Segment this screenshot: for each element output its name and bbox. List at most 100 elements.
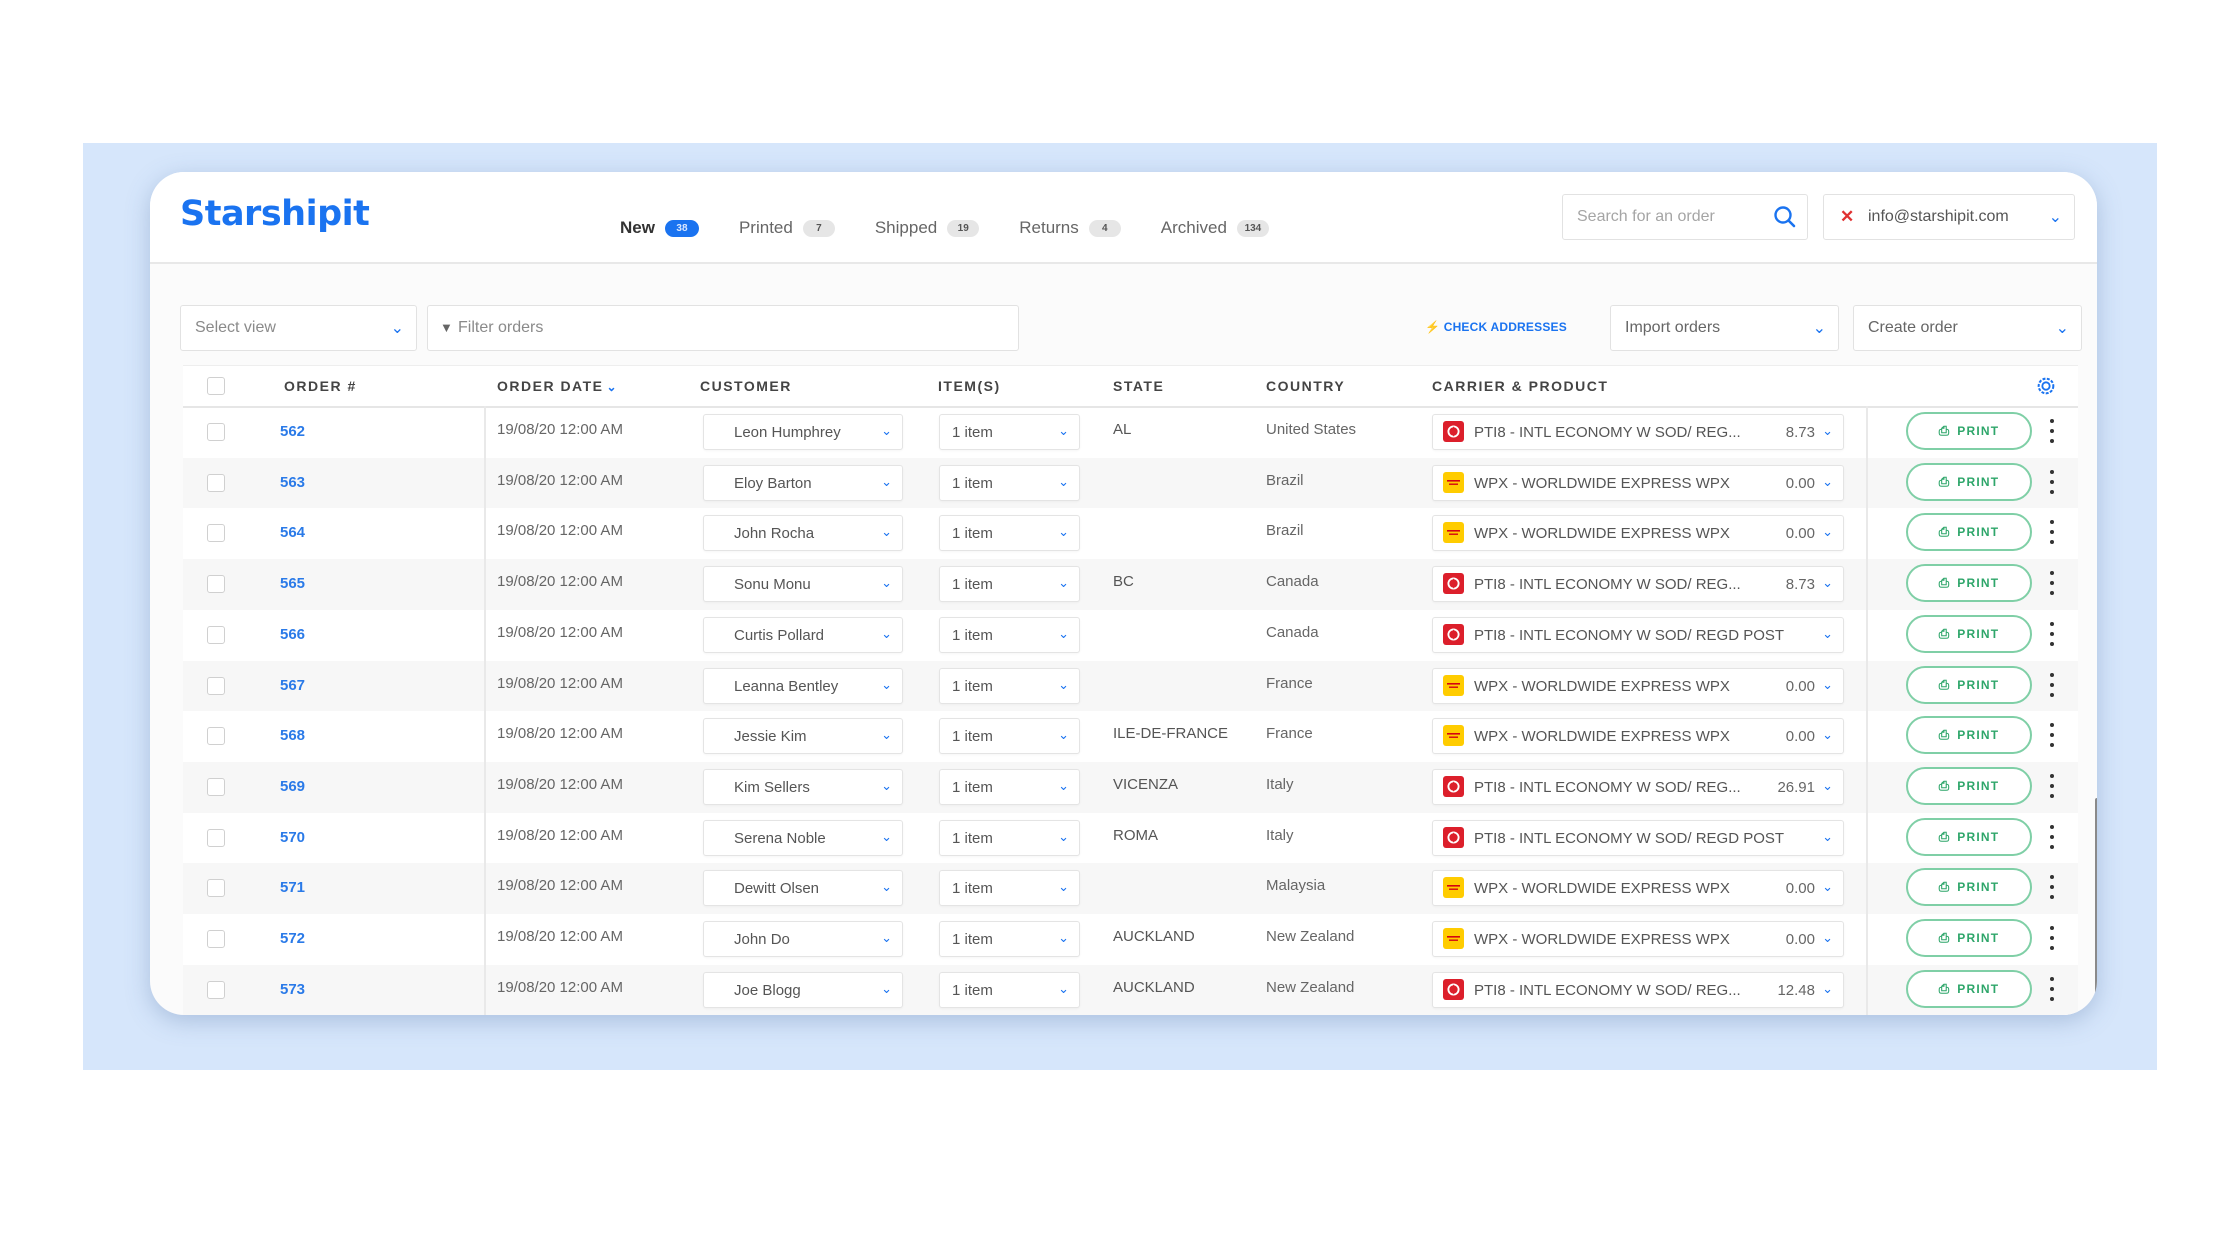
- print-button[interactable]: ⎙ PRINT: [1906, 716, 2032, 755]
- customer-dropdown[interactable]: Kim Sellers ⌄: [703, 768, 903, 805]
- items-dropdown[interactable]: 1 item ⌄: [939, 464, 1080, 501]
- print-button[interactable]: ⎙ PRINT: [1906, 766, 2032, 805]
- carrier-product-dropdown[interactable]: PTI8 - INTL ECONOMY W SOD/ REG... 12.48 …: [1432, 971, 1844, 1008]
- customer-dropdown[interactable]: Sonu Monu ⌄: [703, 566, 903, 603]
- print-button[interactable]: ⎙ PRINT: [1906, 564, 2032, 603]
- order-number-link[interactable]: 568: [280, 727, 305, 744]
- carrier-product-dropdown[interactable]: PTI8 - INTL ECONOMY W SOD/ REG... 26.91 …: [1432, 768, 1844, 805]
- carrier-product-dropdown[interactable]: PTI8 - INTL ECONOMY W SOD/ REGD POST ⌄: [1432, 616, 1844, 653]
- check-addresses-button[interactable]: ⚡ CHECK ADDRESSES: [1425, 320, 1567, 334]
- order-number-link[interactable]: 570: [280, 829, 305, 846]
- order-number-link[interactable]: 566: [280, 626, 305, 643]
- column-header-carrier[interactable]: CARRIER & PRODUCT: [1432, 378, 1608, 394]
- items-dropdown[interactable]: 1 item ⌄: [939, 921, 1080, 957]
- order-number-link[interactable]: 569: [280, 778, 305, 795]
- order-number-link[interactable]: 565: [280, 575, 305, 592]
- row-checkbox[interactable]: [207, 930, 225, 948]
- carrier-product-dropdown[interactable]: WPX - WORLDWIDE EXPRESS WPX 0.00 ⌄: [1432, 515, 1844, 552]
- order-number-link[interactable]: 572: [280, 930, 305, 947]
- items-dropdown[interactable]: 1 item ⌄: [939, 718, 1080, 755]
- import-orders-dropdown[interactable]: Import orders ⌄: [1610, 305, 1839, 351]
- more-options-icon[interactable]: [2047, 621, 2057, 646]
- row-checkbox[interactable]: [207, 676, 225, 695]
- carrier-product-dropdown[interactable]: PTI8 - INTL ECONOMY W SOD/ REG... 8.73 ⌄: [1432, 566, 1844, 603]
- column-header-state[interactable]: STATE: [1113, 378, 1164, 394]
- search-input[interactable]: [1575, 207, 1769, 227]
- items-dropdown[interactable]: 1 item ⌄: [939, 667, 1080, 704]
- gear-icon[interactable]: [2035, 375, 2057, 397]
- print-button[interactable]: ⎙ PRINT: [1906, 614, 2032, 653]
- carrier-product-dropdown[interactable]: PTI8 - INTL ECONOMY W SOD/ REG... 8.73 ⌄: [1432, 414, 1844, 450]
- row-checkbox[interactable]: [207, 625, 225, 644]
- select-view-dropdown[interactable]: Select view ⌄: [180, 305, 417, 351]
- select-all-checkbox[interactable]: [207, 377, 225, 395]
- more-options-icon[interactable]: [2047, 419, 2057, 443]
- more-options-icon[interactable]: [2047, 976, 2057, 1001]
- search-icon[interactable]: [1773, 205, 1797, 229]
- print-button[interactable]: ⎙ PRINT: [1906, 665, 2032, 704]
- column-header-customer[interactable]: CUSTOMER: [700, 378, 792, 394]
- items-dropdown[interactable]: 1 item ⌄: [939, 870, 1080, 907]
- customer-dropdown[interactable]: Curtis Pollard ⌄: [703, 616, 903, 653]
- customer-dropdown[interactable]: Serena Noble ⌄: [703, 819, 903, 856]
- more-options-icon[interactable]: [2047, 773, 2057, 798]
- customer-dropdown[interactable]: Eloy Barton ⌄: [703, 464, 903, 501]
- carrier-product-dropdown[interactable]: WPX - WORLDWIDE EXPRESS WPX 0.00 ⌄: [1432, 921, 1844, 957]
- print-button[interactable]: ⎙ PRINT: [1906, 868, 2032, 907]
- carrier-product-dropdown[interactable]: PTI8 - INTL ECONOMY W SOD/ REGD POST ⌄: [1432, 819, 1844, 856]
- more-options-icon[interactable]: [2047, 875, 2057, 900]
- print-button[interactable]: ⎙ PRINT: [1906, 969, 2032, 1008]
- carrier-product-dropdown[interactable]: WPX - WORLDWIDE EXPRESS WPX 0.00 ⌄: [1432, 870, 1844, 907]
- more-options-icon[interactable]: [2047, 723, 2057, 748]
- more-options-icon[interactable]: [2047, 520, 2057, 545]
- items-dropdown[interactable]: 1 item ⌄: [939, 515, 1080, 552]
- row-checkbox[interactable]: [207, 828, 225, 847]
- order-number-link[interactable]: 573: [280, 981, 305, 998]
- print-button[interactable]: ⎙ PRINT: [1906, 462, 2032, 501]
- customer-dropdown[interactable]: John Do ⌄: [703, 921, 903, 957]
- order-number-link[interactable]: 564: [280, 524, 305, 541]
- items-dropdown[interactable]: 1 item ⌄: [939, 414, 1080, 450]
- print-button[interactable]: ⎙ PRINT: [1906, 817, 2032, 856]
- carrier-product-dropdown[interactable]: WPX - WORLDWIDE EXPRESS WPX 0.00 ⌄: [1432, 718, 1844, 755]
- items-dropdown[interactable]: 1 item ⌄: [939, 616, 1080, 653]
- print-button[interactable]: ⎙ PRINT: [1906, 513, 2032, 552]
- more-options-icon[interactable]: [2047, 469, 2057, 494]
- print-button[interactable]: ⎙ PRINT: [1906, 412, 2032, 450]
- tab-printed[interactable]: Printed 7: [739, 218, 835, 238]
- tab-new[interactable]: New 38: [620, 218, 699, 238]
- filter-input[interactable]: [456, 318, 1000, 338]
- column-header-order-date[interactable]: ORDER DATE ⌄: [497, 378, 618, 394]
- order-number-link[interactable]: 567: [280, 677, 305, 694]
- order-number-link[interactable]: 571: [280, 879, 305, 896]
- items-dropdown[interactable]: 1 item ⌄: [939, 971, 1080, 1008]
- tab-returns[interactable]: Returns 4: [1019, 218, 1121, 238]
- customer-dropdown[interactable]: Joe Blogg ⌄: [703, 971, 903, 1008]
- carrier-product-dropdown[interactable]: WPX - WORLDWIDE EXPRESS WPX 0.00 ⌄: [1432, 464, 1844, 501]
- customer-dropdown[interactable]: Jessie Kim ⌄: [703, 718, 903, 755]
- row-checkbox[interactable]: [207, 473, 225, 492]
- customer-dropdown[interactable]: Leon Humphrey ⌄: [703, 414, 903, 450]
- account-dropdown[interactable]: ✕ info@starshipit.com ⌄: [1823, 194, 2075, 240]
- order-number-link[interactable]: 562: [280, 423, 305, 440]
- row-checkbox[interactable]: [207, 423, 225, 441]
- more-options-icon[interactable]: [2047, 571, 2057, 596]
- column-header-order[interactable]: ORDER #: [284, 378, 357, 394]
- items-dropdown[interactable]: 1 item ⌄: [939, 768, 1080, 805]
- more-options-icon[interactable]: [2047, 672, 2057, 697]
- items-dropdown[interactable]: 1 item ⌄: [939, 566, 1080, 603]
- print-button[interactable]: ⎙ PRINT: [1906, 919, 2032, 957]
- column-header-country[interactable]: COUNTRY: [1266, 378, 1345, 394]
- customer-dropdown[interactable]: Leanna Bentley ⌄: [703, 667, 903, 704]
- customer-dropdown[interactable]: John Rocha ⌄: [703, 515, 903, 552]
- scrollbar[interactable]: [2095, 798, 2097, 1015]
- close-icon[interactable]: ✕: [1840, 207, 1854, 227]
- more-options-icon[interactable]: [2047, 926, 2057, 950]
- tab-shipped[interactable]: Shipped 19: [875, 218, 980, 238]
- column-header-items[interactable]: ITEM(S): [938, 378, 1001, 394]
- order-number-link[interactable]: 563: [280, 474, 305, 491]
- carrier-product-dropdown[interactable]: WPX - WORLDWIDE EXPRESS WPX 0.00 ⌄: [1432, 667, 1844, 704]
- row-checkbox[interactable]: [207, 980, 225, 999]
- more-options-icon[interactable]: [2047, 824, 2057, 849]
- row-checkbox[interactable]: [207, 879, 225, 898]
